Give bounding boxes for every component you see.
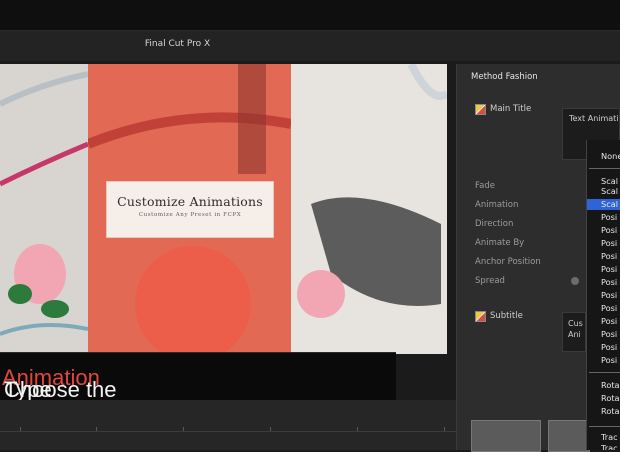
dropdown-item[interactable]: Posi [601,316,617,326]
dropdown-item[interactable]: Rota [601,393,620,403]
dropdown-item[interactable]: Posi [601,212,617,222]
dropdown-item[interactable]: Scal [601,186,618,196]
menu-separator [589,426,620,427]
dropdown-item[interactable]: Posi [601,290,617,300]
title-card-subtitle: Customize Any Preset in FCPX [138,212,242,218]
subtitle-label: Subtitle [490,311,523,321]
dropdown-item[interactable]: Posi [601,238,617,248]
dropdown-item-selected[interactable]: Scal [601,199,618,209]
shoe-and-flowers-image [0,71,89,336]
viewer-right-panel [291,64,447,354]
ruler-tick [183,427,184,431]
animation-dropdown-menu[interactable]: NoneScalScalScalPosiPosiPosiPosiPosiPosi… [586,140,620,450]
preset-thumbnail[interactable] [471,420,541,452]
subtitle-field[interactable]: Cus Ani [562,312,586,352]
main-title-label: Main Title [490,104,532,114]
fade-label: Fade [475,181,495,191]
anchor-position-label: Anchor Position [475,257,541,267]
animation-label: Animation [475,200,519,210]
ruler-tick [270,427,271,431]
dropdown-item[interactable]: Posi [601,225,617,235]
dropdown-item[interactable]: Trac [601,443,618,450]
dropdown-item[interactable]: None [601,151,620,161]
menu-separator [589,168,620,169]
dropdown-item[interactable]: Posi [601,303,617,313]
title-card[interactable]: Customize Animations Customize Any Prese… [106,181,274,238]
subtitle-icon [475,311,486,322]
ruler-tick [96,427,97,431]
ruler-tick [357,427,358,431]
menu-separator [589,372,620,373]
preset-thumbnail[interactable] [548,420,590,452]
spread-label: Spread [475,276,505,286]
app-title: Final Cut Pro X [144,39,211,49]
title-icon [475,104,486,115]
timeline-ruler[interactable] [0,419,456,432]
dropdown-item[interactable]: Posi [601,329,617,339]
title-card-main: Customize Animations [117,194,263,209]
dropdown-item[interactable]: Posi [601,277,617,287]
shoe-and-fabric-image [297,64,447,318]
dropdown-item[interactable]: Rota [601,406,620,416]
ruler-tick [20,427,21,431]
animate-by-label: Animate By [475,238,525,248]
text-animation-value: Text Animati [569,114,619,123]
dropdown-item[interactable]: Trac [601,432,618,442]
ruler-tick [444,427,445,431]
dropdown-item[interactable]: Posi [601,355,617,365]
dropdown-item[interactable]: Scal [601,176,618,186]
dropdown-item[interactable]: Posi [601,251,617,261]
subtitle-field-line: Cus [568,319,583,328]
subtitle-field-line: Ani [568,330,581,339]
dropdown-item[interactable]: Posi [601,342,617,352]
viewer-left-panel [0,64,89,354]
top-toolbar [0,0,620,31]
inspector-title: Method Fashion [471,72,538,82]
dropdown-item[interactable]: Rota [601,380,620,390]
caption-bar: Choose the Animation Type [0,352,396,402]
direction-label: Direction [475,219,514,229]
caption-text: Choose the Animation Type [2,365,117,402]
dropdown-item[interactable]: Posi [601,264,617,274]
spread-slider-knob[interactable] [571,277,579,285]
